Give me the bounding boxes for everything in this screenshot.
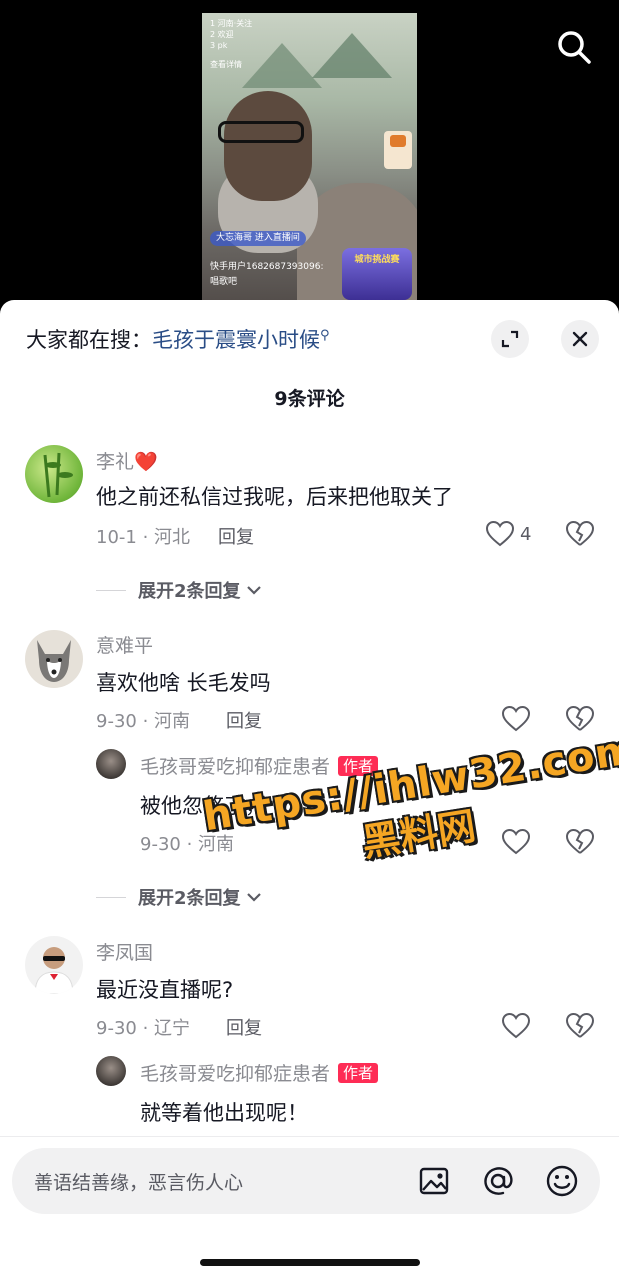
expand-replies-label: 展开2条回复 bbox=[138, 581, 241, 602]
reply-username[interactable]: 毛孩哥爱吃抑郁症患者 bbox=[140, 1063, 330, 1085]
comment-input-placeholder[interactable]: 善语结善缘，恶言伤人心 bbox=[34, 1168, 243, 1195]
comment-input-bar[interactable]: 善语结善缘，恶言伤人心 bbox=[12, 1148, 600, 1214]
dislike-button[interactable] bbox=[565, 705, 595, 736]
dislike-button[interactable] bbox=[565, 1012, 595, 1043]
bamboo-icon bbox=[43, 452, 73, 498]
glasses bbox=[218, 121, 304, 143]
video-overlay-list: 1 河南·关注 2 欢迎 3 pk 查看详情 bbox=[210, 18, 252, 70]
broken-heart-icon bbox=[565, 1012, 595, 1038]
image-icon[interactable] bbox=[416, 1163, 452, 1199]
reply-button[interactable]: 回复 bbox=[226, 1014, 262, 1040]
search-small-icon: ⚲ bbox=[320, 328, 330, 343]
person-head bbox=[224, 91, 312, 201]
comment-text: 最近没直播呢? bbox=[96, 978, 234, 1002]
treasure-chest-icon bbox=[384, 131, 412, 169]
like-button[interactable] bbox=[502, 706, 530, 732]
painting-mountain bbox=[312, 33, 392, 78]
sheet-header: 大家都在搜：毛孩于震寰小时候⚲ bbox=[0, 300, 619, 380]
expand-replies[interactable]: 展开2条回复 bbox=[96, 884, 263, 910]
heart-icon bbox=[486, 521, 514, 547]
reply-button[interactable]: 回复 bbox=[218, 523, 254, 549]
expand-replies[interactable]: 展开2条回复 bbox=[96, 577, 263, 603]
search-prefix: 大家都在搜： bbox=[26, 328, 152, 352]
overlay-line: 查看详情 bbox=[210, 60, 242, 69]
live-banner: 大忘海哥 进入直播间 bbox=[210, 231, 306, 246]
like-button[interactable]: 4 bbox=[486, 521, 531, 547]
heart-icon bbox=[502, 706, 530, 732]
husky-dog-icon bbox=[37, 640, 71, 682]
like-button[interactable] bbox=[502, 1013, 530, 1039]
comment-meta: 9-30 · 河南 bbox=[96, 711, 191, 732]
divider-line bbox=[96, 589, 126, 591]
comment-meta: 9-30 · 辽宁 bbox=[96, 1018, 191, 1039]
video-preview[interactable]: 1 河南·关注 2 欢迎 3 pk 查看详情 大忘海哥 进入直播间 快手用户16… bbox=[0, 0, 619, 310]
reply-avatar[interactable] bbox=[96, 1056, 126, 1086]
avatar[interactable] bbox=[25, 445, 83, 503]
overlay-line: 1 河南·关注 bbox=[210, 19, 253, 28]
comment-meta: 10-1 · 河北 bbox=[96, 527, 191, 548]
comment-username[interactable]: 李凤国 bbox=[96, 938, 153, 965]
reply-button[interactable]: 回复 bbox=[226, 707, 262, 733]
overlay-line: 2 欢迎 bbox=[210, 30, 234, 39]
comment-text: 喜欢他啥 长毛发吗 bbox=[96, 671, 271, 695]
divider-line bbox=[96, 896, 126, 898]
close-icon bbox=[572, 331, 588, 347]
painting-mountain bbox=[242, 43, 322, 88]
comment-username[interactable]: 李礼❤️ bbox=[96, 447, 158, 474]
broken-heart-icon bbox=[565, 520, 595, 546]
expand-button[interactable] bbox=[491, 320, 529, 358]
home-indicator bbox=[200, 1259, 420, 1266]
heart-icon bbox=[502, 1013, 530, 1039]
comment-username[interactable]: 意难平 bbox=[96, 631, 153, 658]
author-tag: 作者 bbox=[338, 1063, 379, 1083]
reply-username[interactable]: 毛孩哥爱吃抑郁症患者 bbox=[140, 756, 330, 778]
mention-icon[interactable] bbox=[480, 1163, 516, 1199]
comment-count: 9条评论 bbox=[274, 388, 345, 410]
close-button[interactable] bbox=[561, 320, 599, 358]
expand-icon bbox=[501, 330, 519, 348]
chevron-down-icon bbox=[246, 586, 261, 595]
comment-text: 他之前还私信过我呢，后来把他取关了 bbox=[96, 485, 453, 509]
overlay-line: 3 pk bbox=[210, 41, 228, 50]
input-divider bbox=[0, 1136, 619, 1137]
chat-user: 快手用户1682687393096: bbox=[210, 262, 324, 272]
broken-heart-icon bbox=[565, 705, 595, 731]
reply-avatar[interactable] bbox=[96, 749, 126, 779]
search-icon[interactable] bbox=[554, 27, 594, 67]
chat-text: 唱歌吧 bbox=[210, 277, 238, 287]
video-thumbnail[interactable]: 1 河南·关注 2 欢迎 3 pk 查看详情 大忘海哥 进入直播间 快手用户16… bbox=[202, 13, 417, 303]
avatar[interactable] bbox=[25, 936, 83, 994]
chevron-down-icon bbox=[246, 893, 261, 902]
reply-username-row[interactable]: 毛孩哥爱吃抑郁症患者 作者 bbox=[140, 1059, 379, 1086]
dislike-button[interactable] bbox=[565, 520, 595, 551]
avatar[interactable] bbox=[25, 630, 83, 688]
live-chat-overlay: 大忘海哥 进入直播间 快手用户1682687393096: 唱歌吧 bbox=[210, 231, 323, 290]
search-keyword[interactable]: 毛孩于震寰小时候 bbox=[152, 328, 320, 352]
like-count: 4 bbox=[520, 523, 532, 545]
person-avatar-icon bbox=[34, 947, 74, 994]
reply-text: 就等着他出现呢！ bbox=[140, 1101, 308, 1125]
city-challenge-badge[interactable]: 城市挑战赛 bbox=[342, 248, 412, 300]
emoji-icon[interactable] bbox=[544, 1163, 580, 1199]
search-suggestion[interactable]: 大家都在搜：毛孩于震寰小时候⚲ bbox=[26, 324, 330, 354]
